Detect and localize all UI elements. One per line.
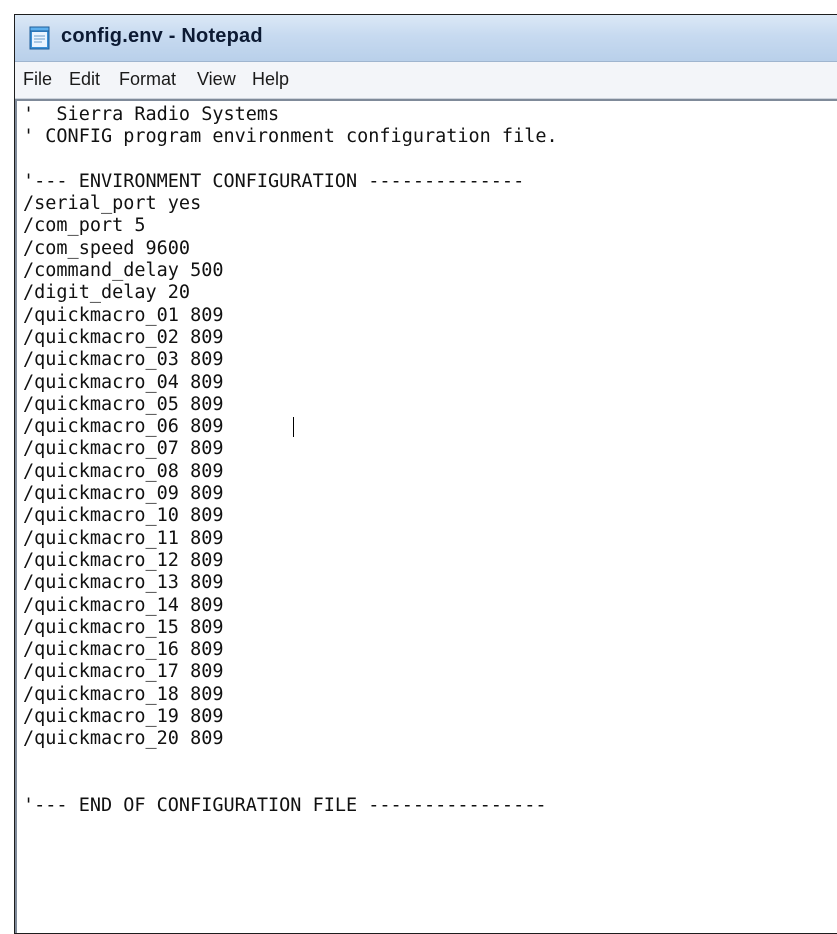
editor-line[interactable]: /quickmacro_10 809	[23, 505, 558, 527]
text-caret	[293, 417, 294, 437]
menu-edit[interactable]: Edit	[69, 69, 100, 90]
notepad-icon	[29, 26, 50, 50]
editor-line[interactable]	[23, 149, 558, 171]
editor-line[interactable]: /com_speed 9600	[23, 238, 558, 260]
editor-line[interactable]: /quickmacro_17 809	[23, 661, 558, 683]
editor-line[interactable]: /quickmacro_01 809	[23, 305, 558, 327]
menu-view[interactable]: View	[197, 69, 236, 90]
editor-text[interactable]: ' Sierra Radio Systems ' CONFIG program e…	[23, 104, 558, 818]
title-bar[interactable]: config.env - Notepad	[15, 15, 837, 62]
editor-line[interactable]: /quickmacro_19 809	[23, 706, 558, 728]
editor-line[interactable]: /digit_delay 20	[23, 282, 558, 304]
editor-line[interactable]: /quickmacro_04 809	[23, 372, 558, 394]
editor-line[interactable]: /quickmacro_14 809	[23, 595, 558, 617]
editor-line[interactable]: /quickmacro_09 809	[23, 483, 558, 505]
editor-line[interactable]: /quickmacro_12 809	[23, 550, 558, 572]
editor-line[interactable]: ' CONFIG program environment configurati…	[23, 126, 558, 148]
menu-help[interactable]: Help	[252, 69, 289, 90]
editor-line[interactable]: /quickmacro_06 809	[23, 416, 558, 438]
editor-line[interactable]: /quickmacro_02 809	[23, 327, 558, 349]
menu-format[interactable]: Format	[119, 69, 176, 90]
text-editor[interactable]: ' Sierra Radio Systems ' CONFIG program e…	[15, 99, 837, 933]
editor-line[interactable]: /quickmacro_13 809	[23, 572, 558, 594]
editor-line[interactable]: /quickmacro_03 809	[23, 349, 558, 371]
editor-line[interactable]: /quickmacro_15 809	[23, 617, 558, 639]
editor-line[interactable]: /quickmacro_20 809	[23, 728, 558, 750]
menu-file[interactable]: File	[23, 69, 52, 90]
editor-line[interactable]: ' Sierra Radio Systems	[23, 104, 558, 126]
editor-line[interactable]: /quickmacro_07 809	[23, 438, 558, 460]
editor-line[interactable]: /quickmacro_11 809	[23, 528, 558, 550]
editor-line[interactable]	[23, 751, 558, 773]
menu-bar: File Edit Format View Help	[15, 62, 837, 99]
editor-line[interactable]: '--- ENVIRONMENT CONFIGURATION ---------…	[23, 171, 558, 193]
editor-line[interactable]: /command_delay 500	[23, 260, 558, 282]
notepad-window: config.env - Notepad File Edit Format Vi…	[14, 14, 837, 934]
editor-line[interactable]: '--- END OF CONFIGURATION FILE ---------…	[23, 795, 558, 817]
window-title: config.env - Notepad	[61, 25, 263, 47]
editor-line[interactable]: /com_port 5	[23, 215, 558, 237]
editor-line[interactable]: /quickmacro_05 809	[23, 394, 558, 416]
editor-line[interactable]: /quickmacro_08 809	[23, 461, 558, 483]
editor-line[interactable]	[23, 773, 558, 795]
editor-line[interactable]: /quickmacro_18 809	[23, 684, 558, 706]
editor-line[interactable]: /serial_port yes	[23, 193, 558, 215]
editor-line[interactable]: /quickmacro_16 809	[23, 639, 558, 661]
